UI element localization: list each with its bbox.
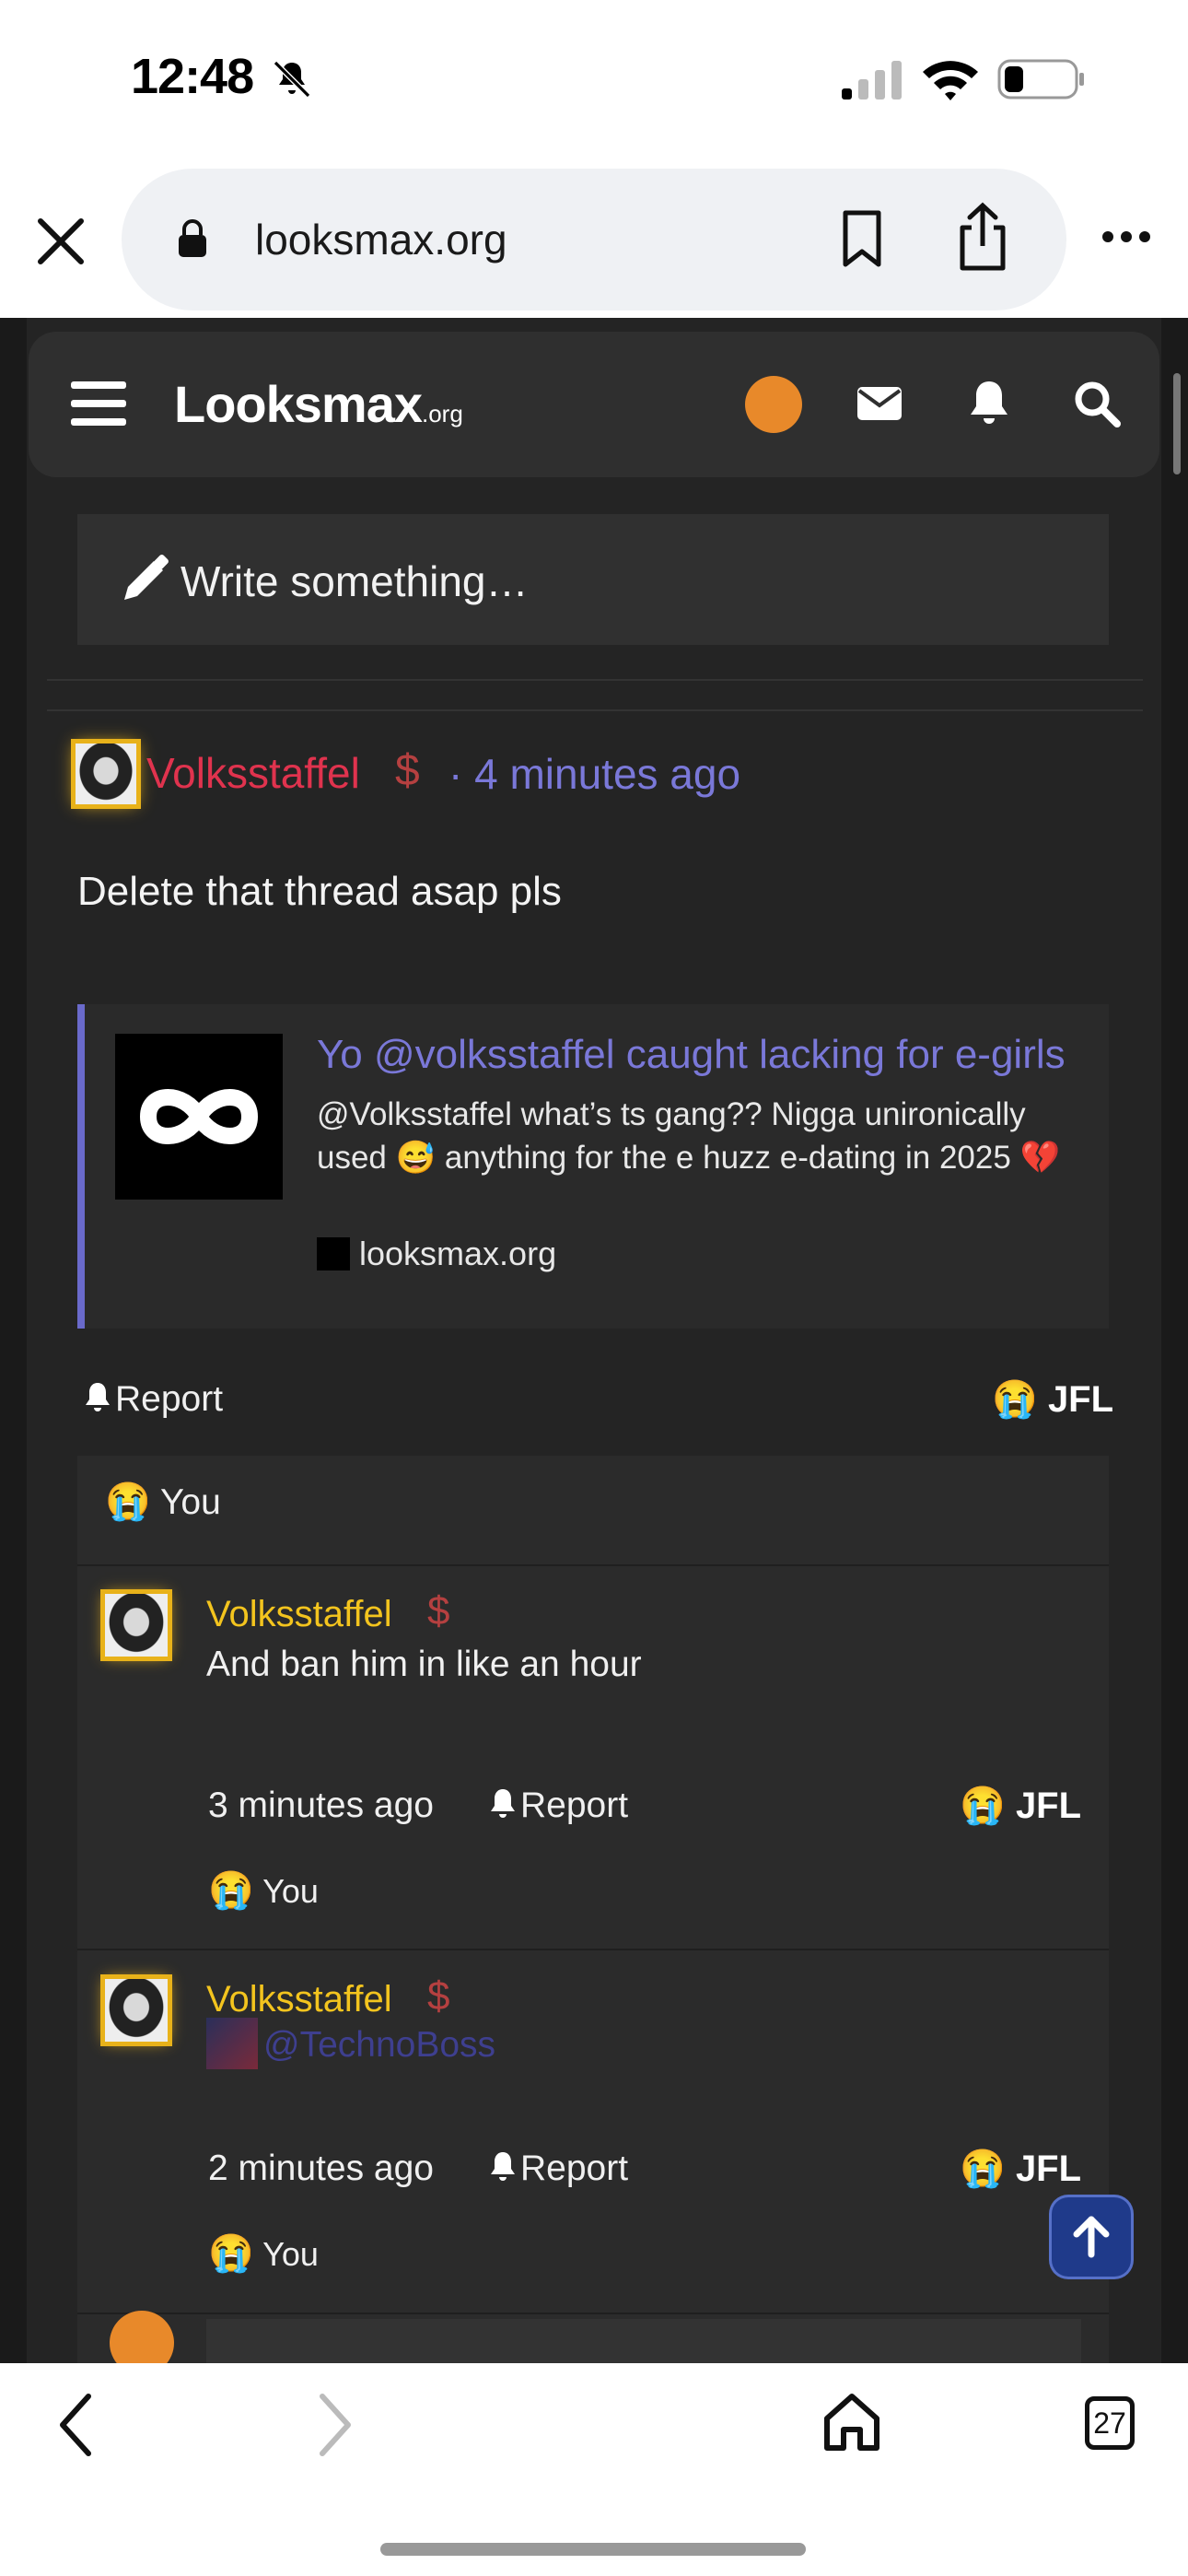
mail-icon[interactable] <box>857 385 902 422</box>
site-favicon-icon <box>317 1237 350 1270</box>
forward-arrow-icon[interactable] <box>317 2393 354 2457</box>
post-username[interactable]: Volksstaffel <box>146 748 360 798</box>
content-container: Looksmax.org Write something… Volksstaff… <box>27 318 1161 2363</box>
report-label: Report <box>115 1379 224 1419</box>
reaction-label: JFL <box>1015 2149 1082 2189</box>
divider <box>47 709 1143 711</box>
bookmark-icon[interactable] <box>840 209 884 268</box>
reply-avatar[interactable] <box>105 1979 168 2042</box>
share-icon[interactable] <box>955 202 1010 272</box>
mention-avatar <box>206 2018 258 2069</box>
home-indicator[interactable] <box>380 2543 806 2556</box>
reaction-summary[interactable]: 😭 You <box>208 1868 319 1912</box>
reacted-by: You <box>262 2235 319 2273</box>
supporter-badge-icon: $ <box>395 746 420 795</box>
url-text: looksmax.org <box>255 216 507 263</box>
crying-laughing-emoji: 😭 <box>992 1379 1038 1420</box>
link-preview-site: looksmax.org <box>317 1235 556 1273</box>
status-time: 12:48 <box>131 49 254 104</box>
report-bell-icon <box>491 1789 515 1818</box>
close-icon[interactable] <box>33 214 88 269</box>
report-bell-icon <box>86 1383 110 1411</box>
crying-laughing-emoji: 😭 <box>960 1786 1006 1826</box>
lock-icon <box>179 219 206 257</box>
battery-icon <box>997 59 1084 100</box>
infinity-logo-icon <box>139 1089 259 1144</box>
reaction-button[interactable]: 😭 JFL <box>960 1784 1081 1827</box>
browser-toolbar: 27 <box>0 2363 1188 2576</box>
reaction-button[interactable]: 😭 JFL <box>960 2147 1081 2190</box>
reply-composer[interactable] <box>206 2319 1081 2363</box>
back-arrow-icon[interactable] <box>57 2393 94 2457</box>
web-page: Looksmax.org Write something… Volksstaff… <box>0 318 1188 2363</box>
page-scrollbar[interactable] <box>1173 373 1181 474</box>
arrow-up-icon <box>1073 2216 1110 2258</box>
crying-laughing-emoji: 😭 <box>960 2149 1006 2189</box>
divider <box>47 679 1143 681</box>
divider <box>77 1949 1109 1950</box>
menu-icon[interactable] <box>71 380 126 427</box>
reaction-label: JFL <box>1047 1379 1114 1420</box>
site-logo[interactable]: Looksmax.org <box>174 374 463 434</box>
search-icon[interactable] <box>1073 380 1121 427</box>
reply-text: And ban him in like an hour <box>206 1645 642 1684</box>
report-label: Report <box>520 1786 629 1825</box>
report-button[interactable]: Report <box>84 1379 223 1420</box>
report-button[interactable]: Report <box>489 1786 628 1826</box>
write-something-input[interactable]: Write something… <box>77 514 1109 645</box>
notification-bell-icon[interactable] <box>968 380 1010 427</box>
tabs-button[interactable]: 27 <box>1085 2396 1135 2450</box>
link-preview-thumbnail <box>115 1034 283 1200</box>
crying-laughing-emoji: 😭 <box>105 1481 151 1522</box>
user-avatar[interactable] <box>745 376 802 433</box>
crying-laughing-emoji: 😭 <box>208 2233 254 2274</box>
supporter-badge-icon: $ <box>427 1588 450 1633</box>
link-preview-title[interactable]: Yo @volksstaffel caught lacking for e-gi… <box>317 1032 1090 1078</box>
reply-timestamp[interactable]: 3 minutes ago <box>208 1786 434 1826</box>
bell-muted-icon <box>273 60 311 99</box>
reacted-by: You <box>262 1872 319 1910</box>
report-bell-icon <box>491 2152 515 2181</box>
wifi-icon <box>923 61 978 100</box>
report-label: Report <box>520 2149 629 2188</box>
pencil-icon <box>124 555 169 600</box>
reaction-summary[interactable]: 😭 You <box>208 2231 319 2275</box>
cell-signal-icon <box>842 61 902 100</box>
divider <box>77 2313 1109 2314</box>
crying-laughing-emoji: 😭 <box>208 1870 254 1911</box>
browser-address-bar: looksmax.org <box>0 161 1188 318</box>
reply-username[interactable]: Volksstaffel <box>206 1979 392 2020</box>
post-body: Delete that thread asap pls <box>77 869 562 914</box>
post-timestamp[interactable]: · 4 minutes ago <box>448 749 740 799</box>
post-avatar[interactable] <box>76 744 136 804</box>
status-bar: 12:48 <box>0 0 1188 161</box>
reaction-button[interactable]: 😭 JFL <box>992 1377 1113 1421</box>
user-mention[interactable]: @TechnoBoss <box>206 2018 495 2069</box>
replies-section: 😭 You Volksstaffel $ And ban him in like… <box>77 1456 1109 2363</box>
reaction-label: JFL <box>1015 1786 1082 1826</box>
reply-username[interactable]: Volksstaffel <box>206 1594 392 1635</box>
write-placeholder: Write something… <box>181 557 529 605</box>
mention-text: @TechnoBoss <box>263 2025 496 2065</box>
reply-avatar[interactable] <box>105 1594 168 1657</box>
link-preview-description: @Volksstaffel what’s ts gang?? Nigga uni… <box>317 1096 1061 1176</box>
divider <box>77 1564 1109 1566</box>
scroll-to-top-button[interactable] <box>1052 2197 1131 2277</box>
logo-text: Looksmax <box>174 375 423 433</box>
report-button[interactable]: Report <box>489 2149 628 2189</box>
logo-suffix: .org <box>422 400 463 427</box>
link-preview-domain: looksmax.org <box>359 1235 557 1272</box>
supporter-badge-icon: $ <box>427 1973 450 2019</box>
reply-timestamp[interactable]: 2 minutes ago <box>208 2149 434 2189</box>
home-icon[interactable] <box>821 2391 882 2452</box>
site-navbar: Looksmax.org <box>29 332 1159 477</box>
reacted-by: You <box>159 1482 221 1522</box>
more-options-icon[interactable] <box>1101 229 1152 244</box>
reaction-summary[interactable]: 😭 You <box>105 1480 221 1523</box>
url-field[interactable]: looksmax.org <box>122 169 1066 310</box>
link-preview-card[interactable]: Yo @volksstaffel caught lacking for e-gi… <box>77 1004 1109 1329</box>
